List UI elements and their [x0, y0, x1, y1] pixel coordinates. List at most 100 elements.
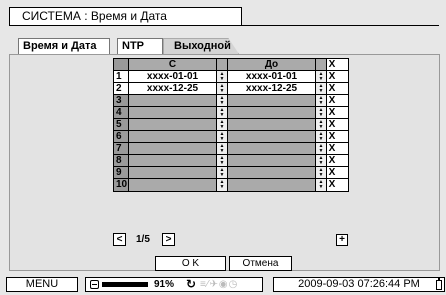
delete-row-button[interactable]: X: [327, 167, 337, 178]
spin-down-icon[interactable]: ▼: [220, 160, 225, 166]
from-date-field[interactable]: [129, 179, 217, 191]
header-to: До: [228, 59, 316, 70]
add-holiday-button[interactable]: +: [336, 234, 348, 246]
to-date-field[interactable]: [228, 155, 316, 166]
to-date-spinner[interactable]: ▲ ▼: [316, 95, 327, 106]
from-date-spinner[interactable]: ▲ ▼: [217, 179, 228, 191]
to-date-spinner[interactable]: ▲ ▼: [316, 119, 327, 130]
spin-down-icon[interactable]: ▼: [319, 112, 324, 118]
prev-page-button[interactable]: <: [113, 233, 126, 246]
to-date-spinner[interactable]: ▲ ▼: [316, 179, 327, 191]
table-row: 2 xxxx-12-25 ▲ ▼ xxxx-12-25 ▲ ▼ X: [114, 83, 348, 95]
cancel-button[interactable]: Отмена: [229, 256, 292, 271]
to-date-spinner[interactable]: ▲ ▼: [316, 131, 327, 142]
from-date-spinner[interactable]: ▲ ▼: [217, 143, 228, 154]
to-date-field[interactable]: [228, 167, 316, 178]
table-row: 8 ▲ ▼ ▲ ▼ X: [114, 155, 348, 167]
status-indicators: 91% ↻ ≡⁄✈◉◷: [85, 277, 263, 292]
table-header-row: С До X: [114, 59, 348, 71]
from-date-spinner[interactable]: ▲ ▼: [217, 107, 228, 118]
spin-down-icon[interactable]: ▼: [220, 124, 225, 130]
next-page-button[interactable]: >: [162, 233, 175, 246]
delete-row-button[interactable]: X: [327, 131, 337, 142]
spin-down-icon[interactable]: ▼: [220, 148, 225, 154]
row-number: 5: [114, 119, 129, 130]
spin-down-icon[interactable]: ▼: [220, 185, 225, 190]
row-number: 10: [114, 179, 129, 191]
from-date-field[interactable]: [129, 143, 217, 154]
delete-row-button[interactable]: X: [327, 83, 337, 94]
disk-usage-bar: [102, 282, 148, 287]
spin-down-icon[interactable]: ▼: [319, 88, 324, 94]
to-date-field[interactable]: xxxx-01-01: [228, 71, 316, 82]
from-date-field[interactable]: [129, 107, 217, 118]
delete-row-button[interactable]: X: [327, 107, 337, 118]
tab-holiday[interactable]: Выходной: [163, 38, 239, 54]
from-date-field[interactable]: xxxx-12-25: [129, 83, 217, 94]
to-date-field[interactable]: [228, 95, 316, 106]
to-date-field[interactable]: [228, 179, 316, 191]
spin-down-icon[interactable]: ▼: [319, 148, 324, 154]
table-row: 3 ▲ ▼ ▲ ▼ X: [114, 95, 348, 107]
from-date-spinner[interactable]: ▲ ▼: [217, 167, 228, 178]
menu-button[interactable]: MENU: [6, 277, 78, 292]
to-date-spinner[interactable]: ▲ ▼: [316, 167, 327, 178]
spin-down-icon[interactable]: ▼: [319, 100, 324, 106]
from-date-field[interactable]: [129, 95, 217, 106]
disk-percent: 91%: [154, 279, 175, 290]
delete-row-button[interactable]: X: [327, 71, 337, 82]
header-spin-from: [217, 59, 228, 70]
table-row: 10 ▲ ▼ ▲ ▼ X: [114, 179, 348, 191]
to-date-field[interactable]: [228, 131, 316, 142]
from-date-spinner[interactable]: ▲ ▼: [217, 119, 228, 130]
to-date-spinner[interactable]: ▲ ▼: [316, 155, 327, 166]
to-date-field[interactable]: [228, 119, 316, 130]
to-date-spinner[interactable]: ▲ ▼: [316, 143, 327, 154]
tab-ntp[interactable]: NTP: [117, 38, 163, 54]
from-date-spinner[interactable]: ▲ ▼: [217, 131, 228, 142]
spin-down-icon[interactable]: ▼: [319, 76, 324, 82]
from-date-field[interactable]: xxxx-01-01: [129, 71, 217, 82]
status-bar: MENU 91% ↻ ≡⁄✈◉◷ 2009-09-03 07:26:44 PM: [4, 277, 445, 293]
spin-down-icon[interactable]: ▼: [220, 136, 225, 142]
to-date-spinner[interactable]: ▲ ▼: [316, 83, 327, 94]
spin-down-icon[interactable]: ▼: [220, 100, 225, 106]
spin-down-icon[interactable]: ▼: [220, 172, 225, 178]
from-date-field[interactable]: [129, 155, 217, 166]
from-date-field[interactable]: [129, 119, 217, 130]
spin-down-icon[interactable]: ▼: [319, 136, 324, 142]
delete-row-button[interactable]: X: [327, 143, 337, 154]
row-number: 8: [114, 155, 129, 166]
to-date-field[interactable]: [228, 107, 316, 118]
delete-row-button[interactable]: X: [327, 95, 337, 106]
table-row: 1 xxxx-01-01 ▲ ▼ xxxx-01-01 ▲ ▼ X: [114, 71, 348, 83]
window-title: СИСТЕМА : Время и Дата: [9, 7, 242, 26]
page-indicator: 1/5: [136, 234, 150, 245]
spin-down-icon[interactable]: ▼: [319, 185, 324, 190]
to-date-spinner[interactable]: ▲ ▼: [316, 107, 327, 118]
spin-down-icon[interactable]: ▼: [220, 112, 225, 118]
from-date-field[interactable]: [129, 131, 217, 142]
table-row: 9 ▲ ▼ ▲ ▼ X: [114, 167, 348, 179]
from-date-spinner[interactable]: ▲ ▼: [217, 95, 228, 106]
spin-down-icon[interactable]: ▼: [220, 88, 225, 94]
to-date-field[interactable]: xxxx-12-25: [228, 83, 316, 94]
spin-down-icon[interactable]: ▼: [220, 76, 225, 82]
from-date-spinner[interactable]: ▲ ▼: [217, 83, 228, 94]
datetime-text: 2009-09-03 07:26:44 PM: [298, 278, 420, 290]
to-date-field[interactable]: [228, 143, 316, 154]
from-date-spinner[interactable]: ▲ ▼: [217, 155, 228, 166]
delete-row-button[interactable]: X: [327, 155, 337, 166]
spin-down-icon[interactable]: ▼: [319, 124, 324, 130]
header-num: [114, 59, 129, 70]
from-date-spinner[interactable]: ▲ ▼: [217, 71, 228, 82]
tab-time-date[interactable]: Время и Дата: [18, 38, 110, 54]
spin-down-icon[interactable]: ▼: [319, 172, 324, 178]
delete-row-button[interactable]: X: [327, 119, 337, 130]
to-date-spinner[interactable]: ▲ ▼: [316, 71, 327, 82]
delete-row-button[interactable]: X: [327, 179, 337, 191]
spin-down-icon[interactable]: ▼: [319, 160, 324, 166]
from-date-field[interactable]: [129, 167, 217, 178]
ok-button[interactable]: O K: [155, 256, 226, 271]
table-row: 7 ▲ ▼ ▲ ▼ X: [114, 143, 348, 155]
